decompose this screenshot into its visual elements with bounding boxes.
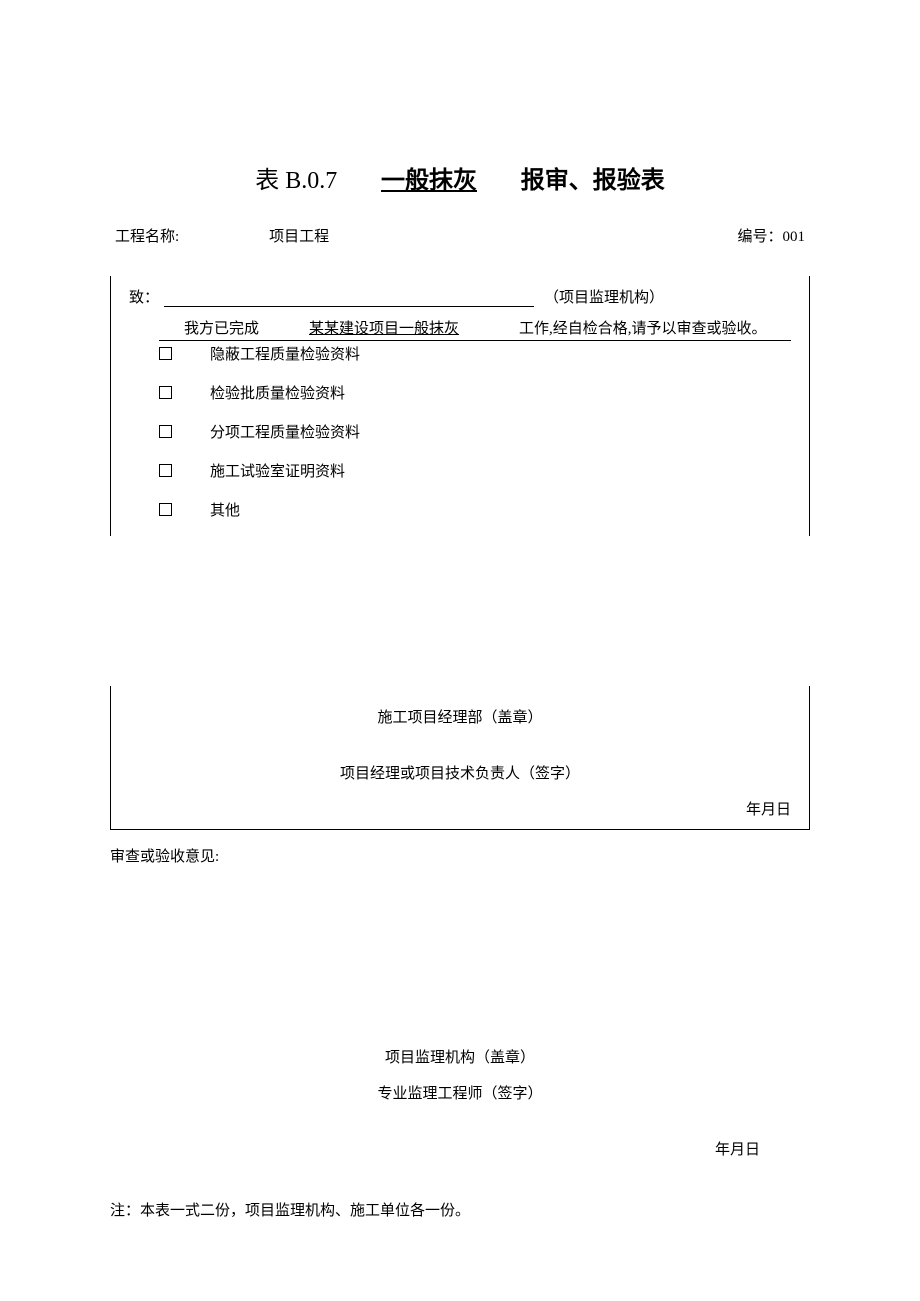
title-suffix: 报审、报验表 (521, 160, 665, 195)
checkbox-row-4: 施工试验室证明资料 (159, 460, 791, 481)
addressee-blank[interactable] (164, 289, 534, 307)
checkbox-label: 隐蔽工程质量检验资料 (210, 343, 360, 364)
declaration-box: 致： （项目监理机构） 我方已完成 某某建设项目一般抹灰 工作,经自检合格,请予… (110, 276, 810, 536)
contractor-person-sign: 项目经理或项目技术负责人（签字） (129, 762, 791, 783)
addressee-line: 致： （项目监理机构） (129, 286, 791, 307)
checkbox-icon[interactable] (159, 386, 172, 399)
checkbox-row-5: 其他 (159, 499, 791, 520)
declare-item: 某某建设项目一般抹灰 (309, 317, 509, 338)
checkbox-label: 其他 (210, 499, 240, 520)
checkbox-label: 分项工程质量检验资料 (210, 421, 360, 442)
to-label: 致： (129, 286, 159, 307)
addressee-suffix: （项目监理机构） (544, 286, 664, 307)
checkbox-row-1: 隐蔽工程质量检验资料 (159, 343, 791, 364)
project-name-value: 项目工程 (269, 225, 329, 246)
checkbox-icon[interactable] (159, 464, 172, 477)
supervisor-date: 年月日 (110, 1138, 760, 1159)
contractor-dept-seal: 施工项目经理部（盖章） (129, 706, 791, 727)
checkbox-row-2: 检验批质量检验资料 (159, 382, 791, 403)
contractor-signature-block: 施工项目经理部（盖章） 项目经理或项目技术负责人（签字） 年月日 (110, 686, 810, 830)
checkbox-icon[interactable] (159, 425, 172, 438)
checkbox-icon[interactable] (159, 347, 172, 360)
title-row: 表 B.0.7 一般抹灰 报审、报验表 (110, 160, 810, 195)
checkbox-row-3: 分项工程质量检验资料 (159, 421, 791, 442)
footer-note: 注：本表一式二份，项目监理机构、施工单位各一份。 (110, 1199, 810, 1220)
checkbox-label: 施工试验室证明资料 (210, 460, 345, 481)
title-subject: 一般抹灰 (381, 160, 477, 195)
meta-row: 工程名称: 项目工程 编号：001 (110, 225, 810, 246)
form-page: 表 B.0.7 一般抹灰 报审、报验表 工程名称: 项目工程 编号：001 致：… (110, 160, 810, 1220)
review-opinion-label: 审查或验收意见: (110, 845, 810, 866)
contractor-date: 年月日 (129, 798, 791, 819)
declare-suffix: 工作,经自检合格,请予以审查或验收。 (509, 317, 767, 338)
table-number: 表 B.0.7 (255, 160, 337, 195)
supervisor-dept-seal: 项目监理机构（盖章） (110, 1046, 810, 1067)
declaration-line: 我方已完成 某某建设项目一般抹灰 工作,经自检合格,请予以审查或验收。 (159, 317, 791, 341)
supervisor-person-sign: 专业监理工程师（签字） (110, 1082, 810, 1103)
serial-value: 001 (783, 229, 806, 245)
project-name-label: 工程名称: (115, 225, 179, 246)
declare-prefix: 我方已完成 (159, 317, 309, 338)
checkbox-label: 检验批质量检验资料 (210, 382, 345, 403)
serial-label: 编号： (737, 229, 782, 245)
checkbox-icon[interactable] (159, 503, 172, 516)
